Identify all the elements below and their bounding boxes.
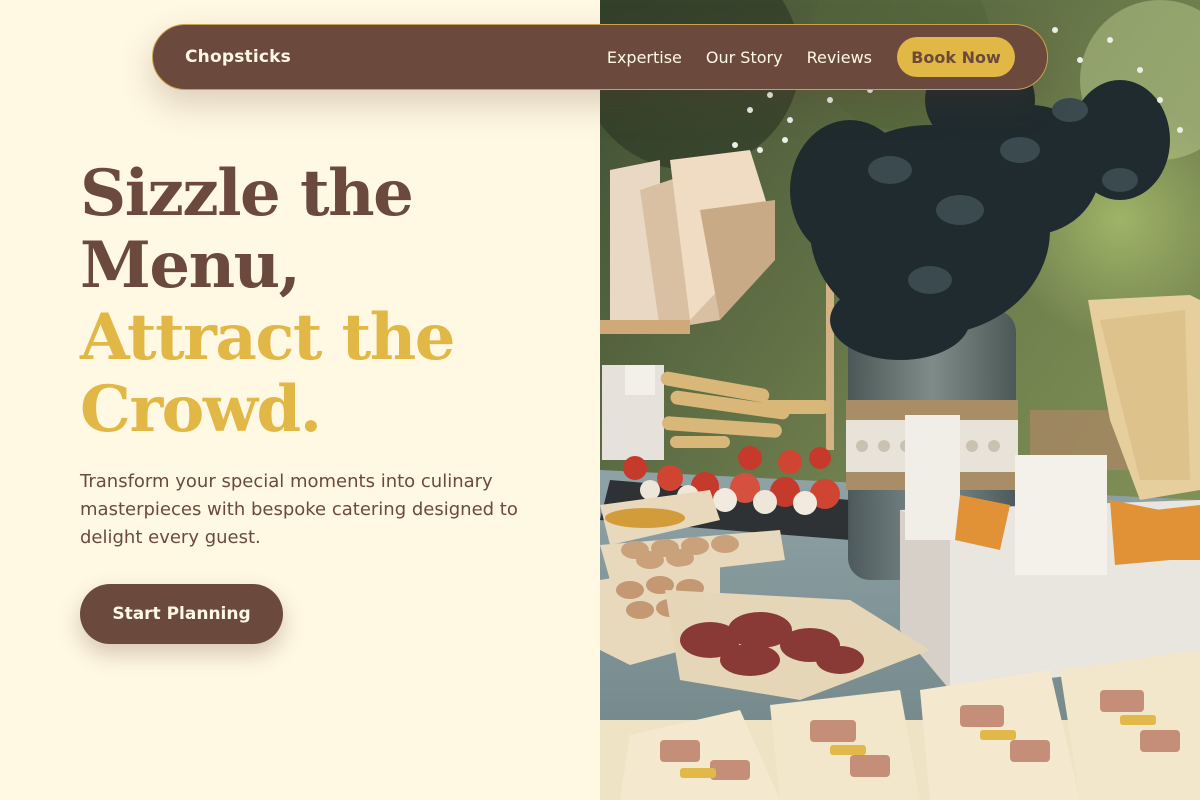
hero-title-line-1: Sizzle the [80,156,414,231]
landing-page: Chopsticks Expertise Our Story Reviews B… [0,0,1200,800]
nav-link-reviews[interactable]: Reviews [807,48,872,67]
nav-link-expertise[interactable]: Expertise [607,48,682,67]
nav-links: Expertise Our Story Reviews Book Now [607,37,1015,77]
hero-subtitle: Transform your special moments into culi… [80,471,518,548]
start-planning-button[interactable]: Start Planning [80,584,283,644]
hero-title-line-2: Menu, [80,228,301,303]
top-navbar: Chopsticks Expertise Our Story Reviews B… [152,24,1048,90]
hero-title: Sizzle the Menu, Attract the Crowd. [80,156,455,447]
hero-title-line-3: Attract the [80,300,455,375]
nav-link-our-story[interactable]: Our Story [706,48,783,67]
brand-logo-text[interactable]: Chopsticks [185,47,291,67]
hero-title-line-4: Crowd. [80,372,322,447]
book-now-button[interactable]: Book Now [897,37,1015,77]
hero-photo [600,0,1200,800]
